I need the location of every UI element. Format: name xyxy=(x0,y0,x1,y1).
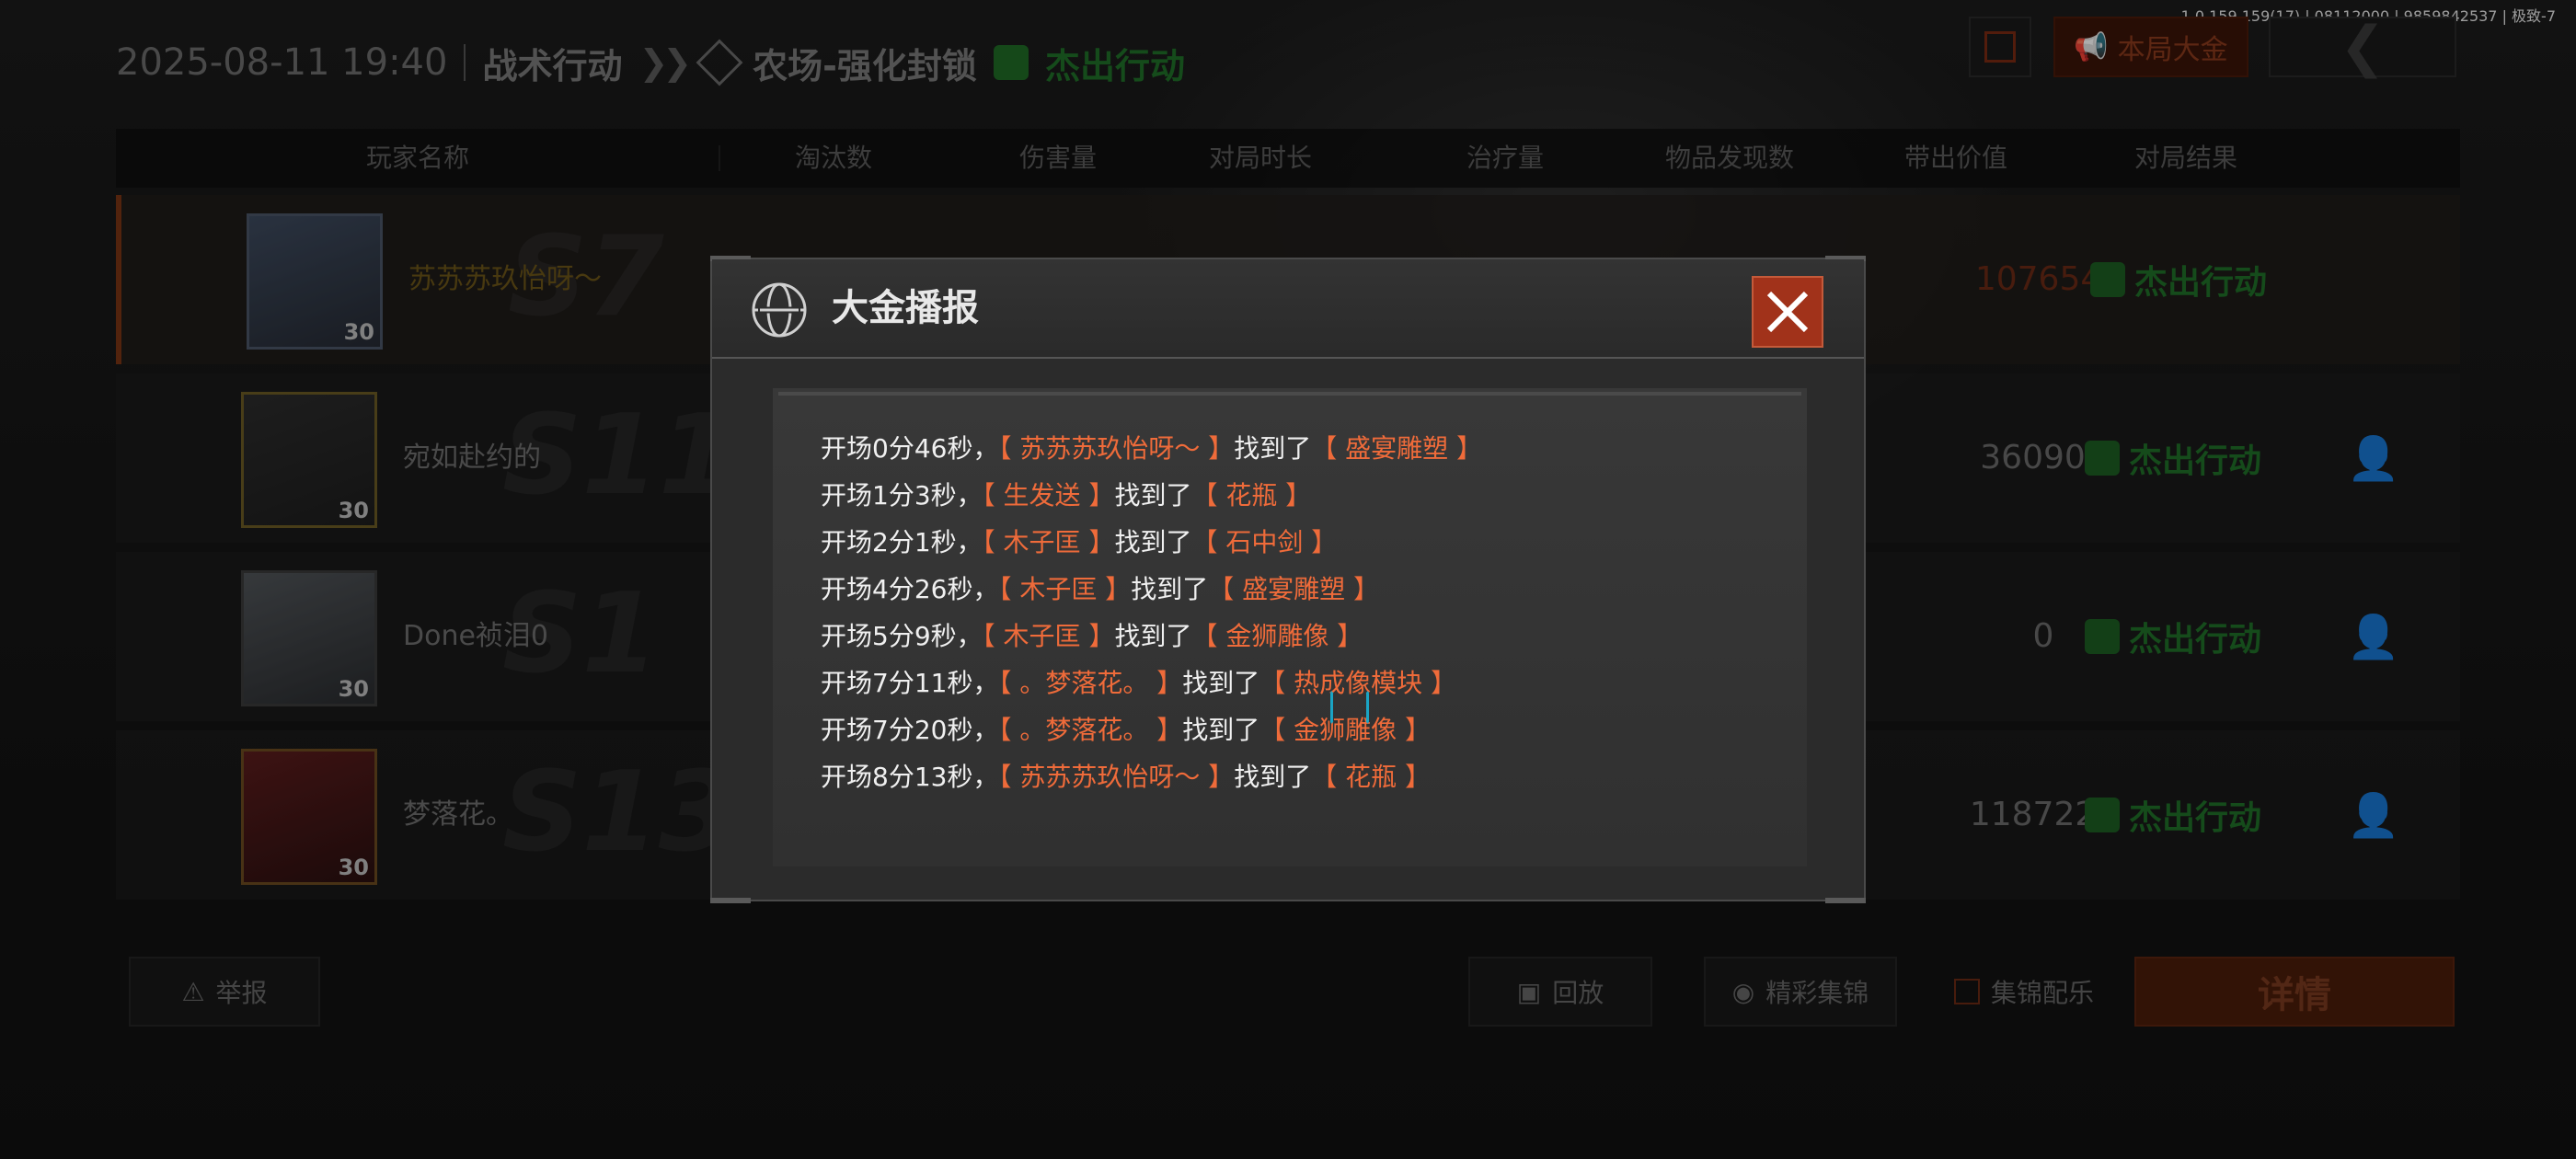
list-item: 开场7分11秒，【 。梦落花。 】找到了【 热成像模块 】 xyxy=(821,668,1457,698)
corner-decoration xyxy=(1825,898,1866,903)
list-item: 开场0分46秒，【 苏苏苏玖怡呀～ 】找到了【 盛宴雕塑 】 xyxy=(821,433,1483,464)
list-item: 开场5分9秒，【 木子匡 】找到了【 金狮雕像 】 xyxy=(821,621,1363,651)
close-button[interactable] xyxy=(1752,276,1823,348)
broadcast-log-panel: 开场0分46秒，【 苏苏苏玖怡呀～ 】找到了【 盛宴雕塑 】 开场1分3秒，【 … xyxy=(773,388,1807,866)
globe-icon xyxy=(752,282,807,338)
dialog-header: 大金播报 xyxy=(712,259,1864,359)
cursor-focus-icon xyxy=(1330,690,1369,725)
list-item: 开场4分26秒，【 木子匡 】找到了【 盛宴雕塑 】 xyxy=(821,574,1380,604)
list-item: 开场8分13秒，【 苏苏苏玖怡呀～ 】找到了【 花瓶 】 xyxy=(821,762,1432,792)
list-item: 开场7分20秒，【 。梦落花。 】找到了【 金狮雕像 】 xyxy=(821,715,1432,745)
corner-decoration xyxy=(710,898,751,903)
dialog-title: 大金播报 xyxy=(832,287,979,329)
list-item: 开场1分3秒，【 生发送 】找到了【 花瓶 】 xyxy=(821,480,1312,511)
panel-top-rule xyxy=(778,392,1801,396)
close-icon xyxy=(1766,291,1809,333)
broadcast-log: 开场0分46秒，【 苏苏苏玖怡呀～ 】找到了【 盛宴雕塑 】 开场1分3秒，【 … xyxy=(821,425,1482,800)
list-item: 开场2分1秒，【 木子匡 】找到了【 石中剑 】 xyxy=(821,527,1338,557)
jackpot-broadcast-dialog: 大金播报 开场0分46秒，【 苏苏苏玖怡呀～ 】找到了【 盛宴雕塑 】 开场1分… xyxy=(710,256,1866,903)
